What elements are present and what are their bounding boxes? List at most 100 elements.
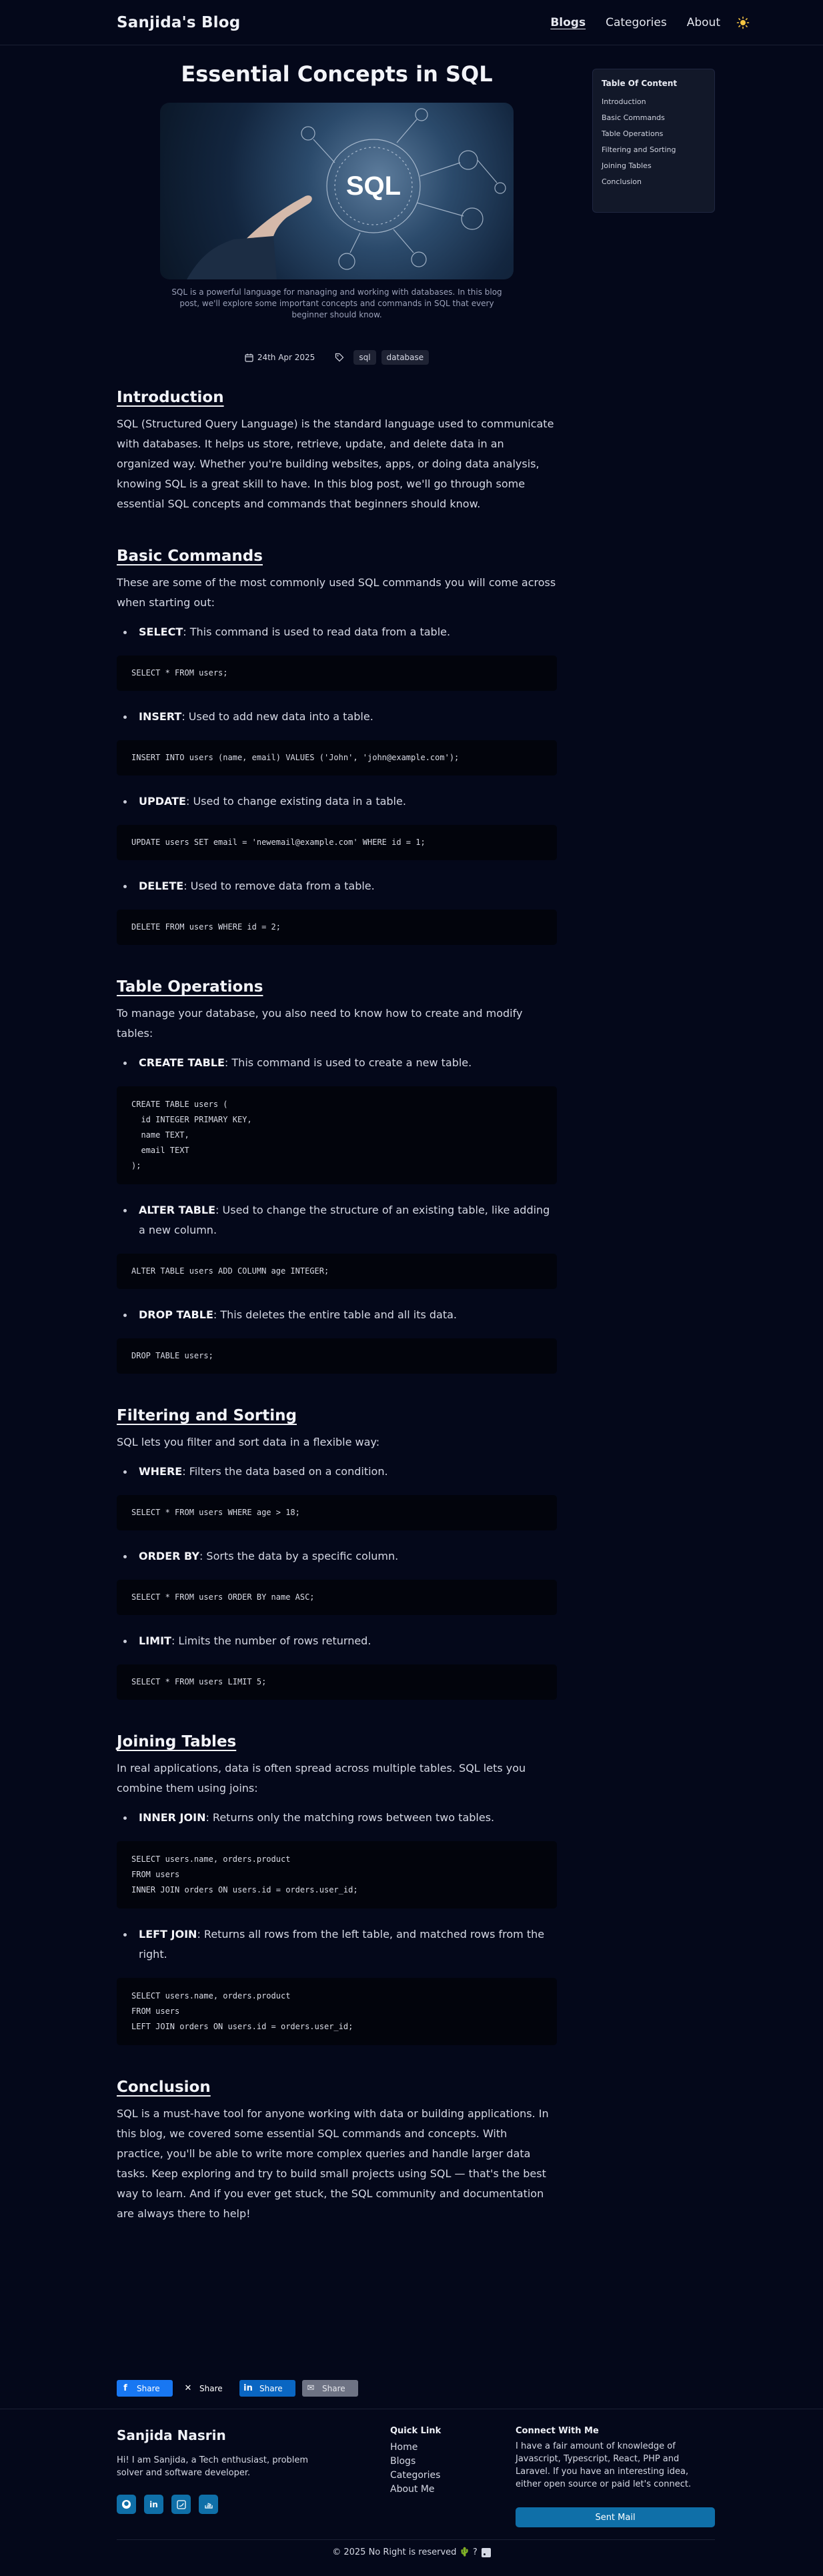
share-bar: f Share ✕ Share in Share ✉ Share <box>117 2380 358 2397</box>
command-term: UPDATE <box>139 795 186 808</box>
toc-item-basic-commands[interactable]: Basic Commands <box>602 113 706 122</box>
section-conclusion: Conclusion SQL is a must-have tool for an… <box>117 2079 557 2224</box>
x-share-button[interactable]: ✕ Share <box>179 2380 233 2397</box>
nav-blogs[interactable]: Blogs <box>550 16 586 29</box>
email-share-button[interactable]: ✉ Share <box>302 2380 358 2397</box>
command-term: WHERE <box>139 1465 183 1478</box>
command-description: : This command is used to read data from… <box>183 625 451 638</box>
twitter-icon[interactable] <box>171 2495 191 2514</box>
send-mail-button[interactable]: Sent Mail <box>516 2507 715 2527</box>
list-item: CREATE TABLE: This command is used to cr… <box>117 1053 557 1073</box>
nav-categories[interactable]: Categories <box>606 16 667 29</box>
footer-link-blogs[interactable]: Blogs <box>390 2455 440 2469</box>
table-of-contents: Table Of Content Introduction Basic Comm… <box>592 69 715 213</box>
facebook-share-label: Share <box>137 2383 160 2393</box>
x-icon: ✕ <box>184 2383 192 2393</box>
linkedin-share-label: Share <box>259 2383 283 2393</box>
footer-link-categories[interactable]: Categories <box>390 2469 440 2483</box>
list-item: SELECT: This command is used to read dat… <box>117 622 557 642</box>
calendar-icon <box>245 353 253 362</box>
section-paragraph: These are some of the most commonly used… <box>117 576 556 609</box>
command-term: DROP TABLE <box>139 1308 213 1321</box>
command-description: : Sorts the data by a specific column. <box>199 1550 399 1562</box>
tag-icon <box>335 353 344 362</box>
site-brand[interactable]: Sanjida's Blog <box>117 14 240 31</box>
section-heading: Table Operations <box>117 978 263 996</box>
post-date-text: 24th Apr 2025 <box>257 353 315 362</box>
code-block[interactable]: ALTER TABLE users ADD COLUMN age INTEGER… <box>117 1254 557 1289</box>
command-term: INSERT <box>139 710 182 723</box>
sun-icon[interactable] <box>736 16 750 29</box>
code-block[interactable]: DELETE FROM users WHERE id = 2; <box>117 910 557 945</box>
section-paragraph: SQL lets you filter and sort data in a f… <box>117 1436 380 1448</box>
toc-item-conclusion[interactable]: Conclusion <box>602 177 706 186</box>
connect-text: I have a fair amount of knowledge of Jav… <box>516 2441 692 2489</box>
main-nav: Blogs Categories About <box>550 0 750 45</box>
section-paragraph: In real applications, data is often spre… <box>117 1762 526 1794</box>
section-heading: Filtering and Sorting <box>117 1407 297 1424</box>
code-block[interactable]: SELECT users.name, orders.product FROM u… <box>117 1841 557 1908</box>
footer-link-about-me[interactable]: About Me <box>390 2483 440 2497</box>
section-basic-commands: Basic Commands These are some of the most… <box>117 547 557 945</box>
nav-about[interactable]: About <box>687 16 720 29</box>
facebook-share-button[interactable]: f Share <box>117 2380 173 2397</box>
command-description: : Used to remove data from a table. <box>183 880 375 892</box>
toc-item-filtering-and-sorting[interactable]: Filtering and Sorting <box>602 145 706 154</box>
toc-title: Table Of Content <box>602 79 678 88</box>
toc-item-table-operations[interactable]: Table Operations <box>602 129 706 138</box>
linkedin-share-button[interactable]: in Share <box>239 2380 295 2397</box>
section-paragraph: SQL is a must-have tool for anyone worki… <box>117 2107 549 2220</box>
code-block[interactable]: SELECT * FROM users ORDER BY name ASC; <box>117 1580 557 1615</box>
section-paragraph: To manage your database, you also need t… <box>117 1007 523 1040</box>
command-description: : Filters the data based on a condition. <box>182 1465 388 1478</box>
code-block[interactable]: DROP TABLE users; <box>117 1338 557 1374</box>
connect-title: Connect With Me <box>516 2426 599 2436</box>
section-paragraph: SQL (Structured Query Language) is the s… <box>117 417 554 510</box>
code-block[interactable]: SELECT * FROM users LIMIT 5; <box>117 1664 557 1700</box>
command-list: SELECT: This command is used to read dat… <box>117 622 557 945</box>
command-term: ORDER BY <box>139 1550 199 1562</box>
article: Essential Concepts in SQL SQL SQL is a p… <box>117 45 557 2224</box>
copyright: © 2025 No Right is reserved 🌵 ? <box>0 2547 823 2557</box>
github-icon[interactable] <box>117 2495 136 2514</box>
footer-link-home[interactable]: Home <box>390 2441 440 2455</box>
rss-icon[interactable] <box>481 2547 491 2557</box>
toc-item-joining-tables[interactable]: Joining Tables <box>602 161 706 170</box>
list-item: INNER JOIN: Returns only the matching ro… <box>117 1808 557 1828</box>
stackoverflow-icon[interactable] <box>199 2495 218 2514</box>
list-item: ORDER BY: Sorts the data by a specific c… <box>117 1546 557 1566</box>
tag-sql[interactable]: sql <box>353 350 376 365</box>
code-block[interactable]: SELECT * FROM users WHERE age > 18; <box>117 1495 557 1530</box>
code-block[interactable]: CREATE TABLE users ( id INTEGER PRIMARY … <box>117 1086 557 1184</box>
mail-icon: ✉ <box>307 2383 315 2393</box>
command-description: : This deletes the entire table and all … <box>213 1308 458 1321</box>
code-block[interactable]: UPDATE users SET email = 'newemail@examp… <box>117 825 557 860</box>
site-header: Sanjida's Blog Blogs Categories About <box>0 0 823 45</box>
site-footer: Sanjida Nasrin Hi! I am Sanjida, a Tech … <box>0 2409 823 2576</box>
list-item: LIMIT: Limits the number of rows returne… <box>117 1631 557 1651</box>
section-joining-tables: Joining Tables In real applications, data… <box>117 1733 557 2045</box>
list-item: DELETE: Used to remove data from a table… <box>117 876 557 896</box>
hero-illustration: SQL <box>187 108 506 279</box>
list-item: INSERT: Used to add new data into a tabl… <box>117 707 557 727</box>
quick-link-title: Quick Link <box>390 2426 442 2436</box>
toc-item-introduction[interactable]: Introduction <box>602 97 706 106</box>
facebook-icon: f <box>123 2383 127 2393</box>
linkedin-icon[interactable]: in <box>144 2495 163 2514</box>
command-term: ALTER TABLE <box>139 1204 216 1216</box>
section-heading: Basic Commands <box>117 547 263 565</box>
command-description: : Limits the number of rows returned. <box>171 1634 371 1647</box>
section-heading: Conclusion <box>117 2079 211 2096</box>
command-description: : Used to change existing data in a tabl… <box>185 795 406 808</box>
section-table-operations: Table Operations To manage your database,… <box>117 978 557 1374</box>
list-item: UPDATE: Used to change existing data in … <box>117 792 557 812</box>
code-block[interactable]: INSERT INTO users (name, email) VALUES (… <box>117 740 557 776</box>
tag-database[interactable]: database <box>381 350 430 365</box>
code-block[interactable]: SELECT users.name, orders.product FROM u… <box>117 1978 557 2045</box>
hero-image: SQL <box>160 103 514 279</box>
command-term: DELETE <box>139 880 184 892</box>
list-item: ALTER TABLE: Used to change the structur… <box>117 1200 557 1240</box>
code-block[interactable]: SELECT * FROM users; <box>117 656 557 691</box>
footer-divider <box>117 2539 715 2540</box>
x-share-label: Share <box>199 2383 223 2393</box>
